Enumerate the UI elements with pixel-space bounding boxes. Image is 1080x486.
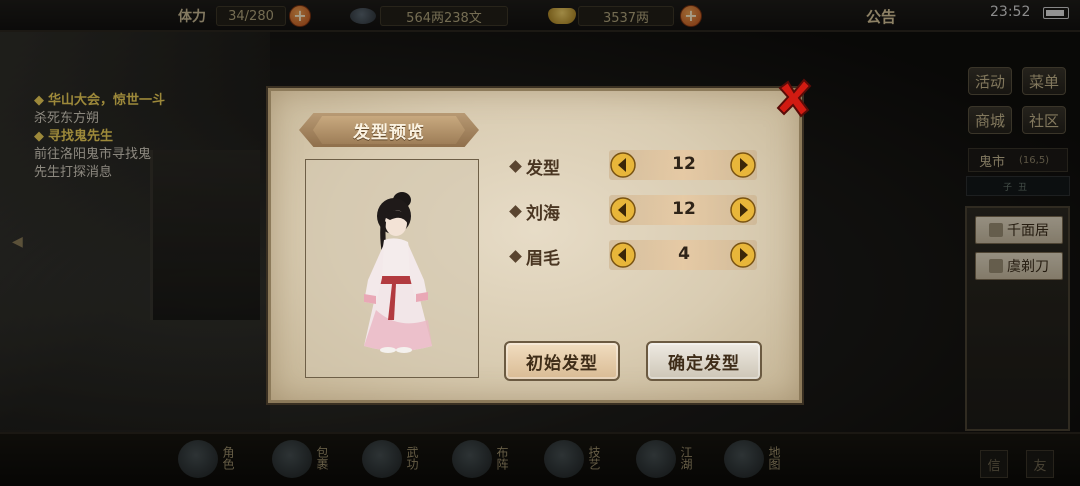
- close-icon[interactable]: [776, 78, 812, 118]
- hairstyle-preview-dialog: 发型预览 发型 12 刘海 12 眉毛 4 初始发型 确定发型: [268, 88, 802, 403]
- option-track: 12: [609, 195, 757, 225]
- next-arrow-icon[interactable]: [729, 241, 757, 269]
- option-track: 4: [609, 240, 757, 270]
- option-track: 12: [609, 150, 757, 180]
- prev-arrow-icon[interactable]: [609, 241, 637, 269]
- eyebrow-option-row: 眉毛 4: [509, 240, 758, 270]
- option-label: 发型: [509, 154, 560, 179]
- bangs-option-row: 刘海 12: [509, 195, 758, 225]
- option-label-text: 发型: [526, 159, 560, 179]
- character-figure: [364, 192, 432, 353]
- hairstyle-option-row: 发型 12: [509, 150, 758, 180]
- prev-arrow-icon[interactable]: [609, 151, 637, 179]
- character-preview: [305, 159, 479, 378]
- diamond-bullet-icon: [509, 160, 522, 173]
- next-arrow-icon[interactable]: [729, 196, 757, 224]
- option-label: 刘海: [509, 199, 560, 224]
- option-label: 眉毛: [509, 244, 560, 269]
- option-value: 12: [672, 199, 696, 219]
- dialog-title-banner: 发型预览: [299, 113, 479, 147]
- prev-arrow-icon[interactable]: [609, 196, 637, 224]
- confirm-hairstyle-button[interactable]: 确定发型: [646, 341, 762, 381]
- option-value: 4: [678, 244, 690, 264]
- option-value: 12: [672, 154, 696, 174]
- reset-hairstyle-button[interactable]: 初始发型: [504, 341, 620, 381]
- next-arrow-icon[interactable]: [729, 151, 757, 179]
- dialog-title: 发型预览: [353, 122, 425, 143]
- option-label-text: 眉毛: [526, 249, 560, 269]
- option-label-text: 刘海: [526, 204, 560, 224]
- diamond-bullet-icon: [509, 205, 522, 218]
- diamond-bullet-icon: [509, 250, 522, 263]
